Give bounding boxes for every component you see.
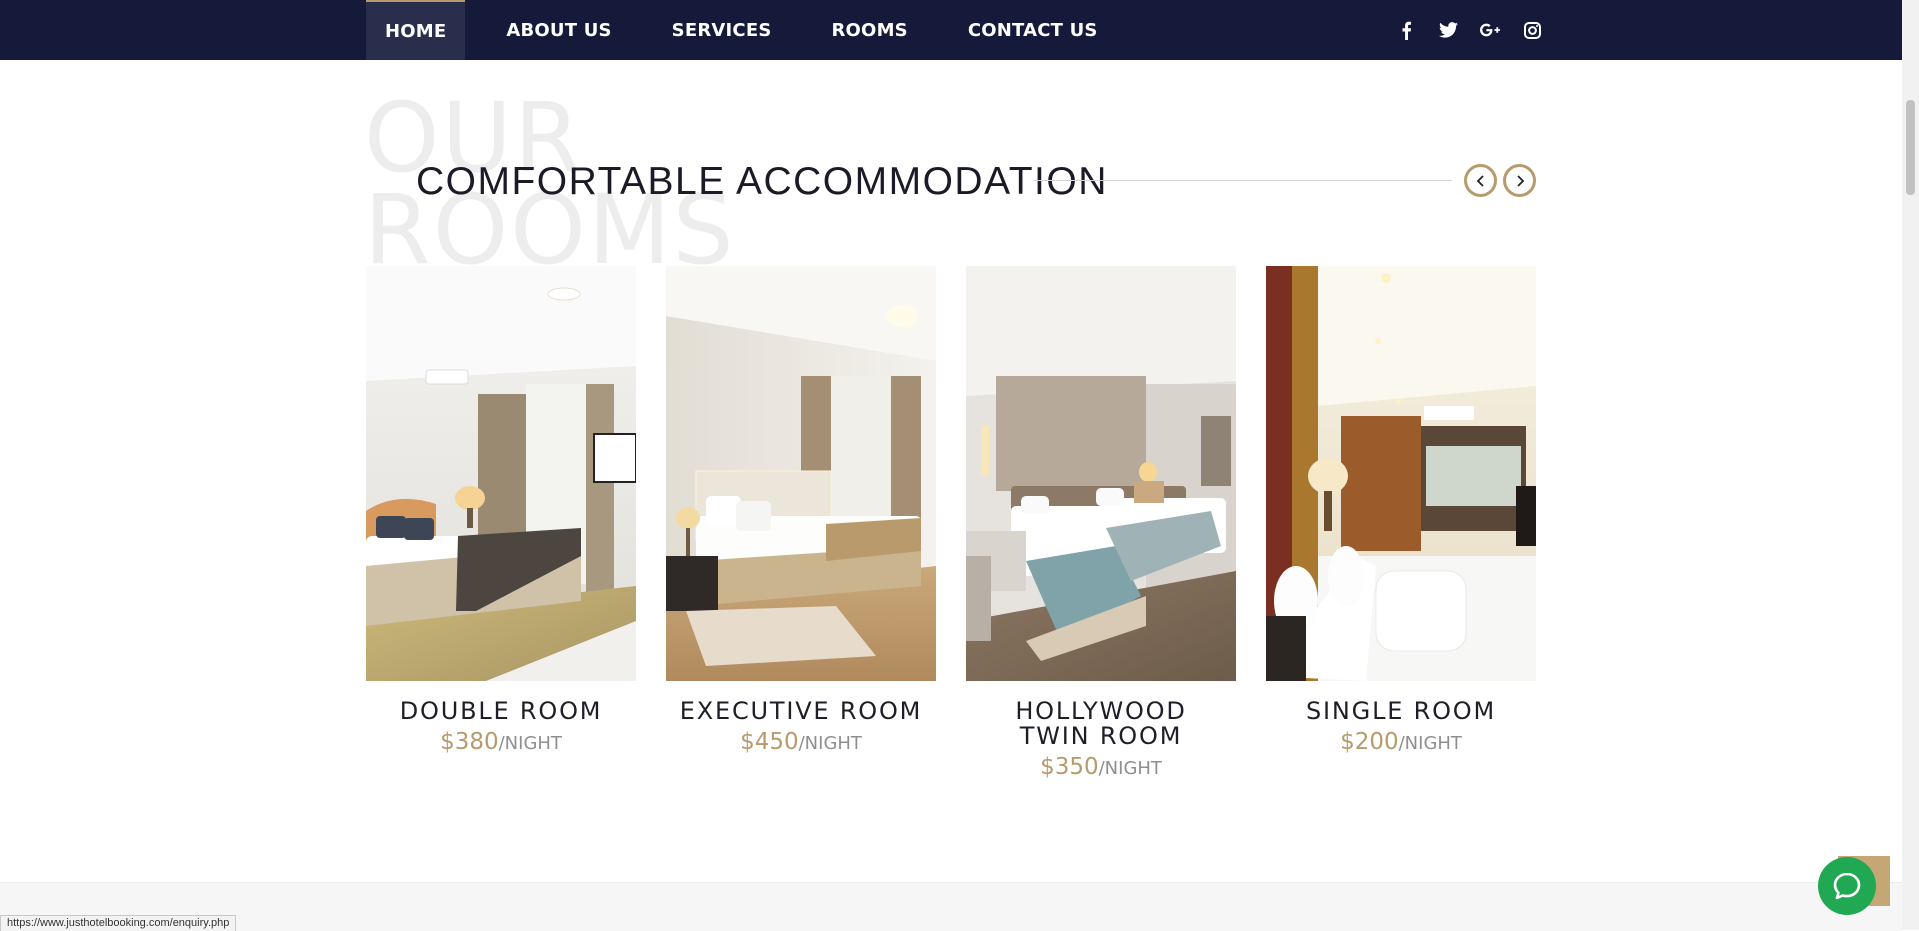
scrollbar-thumb[interactable] bbox=[1906, 100, 1915, 195]
room-price: $350/NIGHT bbox=[966, 752, 1236, 784]
price-unit: /NIGHT bbox=[1098, 758, 1162, 779]
room-name[interactable]: DOUBLE ROOM bbox=[366, 699, 636, 724]
chat-widget-button[interactable] bbox=[1818, 857, 1876, 915]
google-plus-icon[interactable] bbox=[1480, 20, 1500, 40]
nav-item-contact-us[interactable]: CONTACT US bbox=[949, 0, 1117, 60]
top-navigation: HOME ABOUT US SERVICES ROOMS CONTACT US bbox=[0, 0, 1902, 60]
nav-item-about-us[interactable]: ABOUT US bbox=[487, 0, 630, 60]
room-name[interactable]: EXECUTIVE ROOM bbox=[666, 699, 936, 724]
price-unit: /NIGHT bbox=[798, 733, 862, 754]
chevron-right-icon bbox=[1516, 174, 1524, 187]
room-price: $380/NIGHT bbox=[366, 727, 636, 759]
room-name[interactable]: SINGLE ROOM bbox=[1266, 699, 1536, 724]
nav-menu: HOME ABOUT US SERVICES ROOMS CONTACT US bbox=[366, 0, 1139, 60]
room-photo-hollywood-twin[interactable] bbox=[966, 266, 1236, 681]
page-scrollbar[interactable] bbox=[1902, 0, 1919, 930]
room-price: $200/NIGHT bbox=[1266, 727, 1536, 759]
nav-item-rooms[interactable]: ROOMS bbox=[813, 0, 927, 60]
room-photo-executive[interactable] bbox=[666, 266, 936, 681]
facebook-icon[interactable] bbox=[1396, 20, 1416, 40]
social-links bbox=[1396, 0, 1542, 60]
twitter-icon[interactable] bbox=[1438, 20, 1458, 40]
room-card-single[interactable]: SINGLE ROOM $200/NIGHT bbox=[1266, 266, 1536, 759]
chat-bubble-icon bbox=[1833, 872, 1861, 900]
instagram-icon[interactable] bbox=[1522, 20, 1542, 40]
price-unit: /NIGHT bbox=[1398, 733, 1462, 754]
room-photo-double[interactable] bbox=[366, 266, 636, 681]
room-card-hollywood-twin[interactable]: HOLLYWOOD TWIN ROOM $350/NIGHT bbox=[966, 266, 1236, 784]
price-value: $450 bbox=[740, 729, 799, 755]
section-title: COMFORTABLE ACCOMMODATION bbox=[416, 160, 1108, 203]
price-value: $380 bbox=[440, 729, 499, 755]
room-card-double[interactable]: DOUBLE ROOM $380/NIGHT bbox=[366, 266, 636, 759]
chevron-left-icon bbox=[1476, 174, 1484, 187]
price-unit: /NIGHT bbox=[498, 733, 562, 754]
nav-item-home[interactable]: HOME bbox=[366, 0, 466, 60]
room-photo-single[interactable] bbox=[1266, 266, 1536, 681]
room-price: $450/NIGHT bbox=[666, 727, 936, 759]
carousel-next-button[interactable] bbox=[1503, 164, 1536, 197]
status-bar-url: https://www.justhotelbooking.com/enquiry… bbox=[0, 915, 237, 931]
title-divider bbox=[1034, 180, 1452, 181]
nav-item-services[interactable]: SERVICES bbox=[653, 0, 791, 60]
room-card-executive[interactable]: EXECUTIVE ROOM $450/NIGHT bbox=[666, 266, 936, 759]
carousel-prev-button[interactable] bbox=[1464, 164, 1497, 197]
room-name[interactable]: HOLLYWOOD TWIN ROOM bbox=[966, 699, 1236, 749]
price-value: $350 bbox=[1040, 754, 1099, 780]
price-value: $200 bbox=[1340, 729, 1399, 755]
next-section bbox=[0, 882, 1902, 931]
